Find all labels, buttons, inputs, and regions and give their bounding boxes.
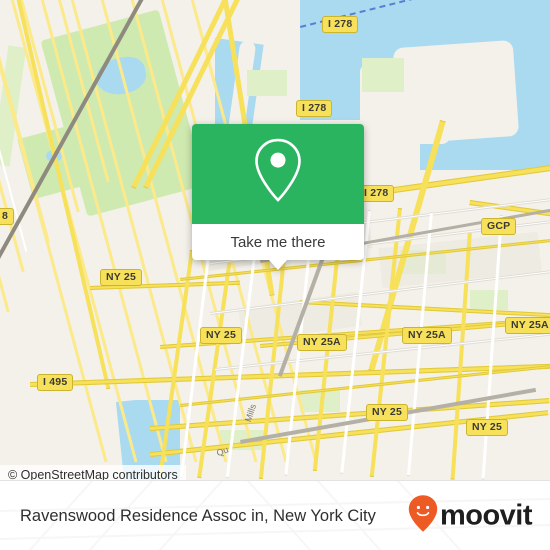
footer-bar: Ravenswood Residence Assoc in, New York … [0, 480, 550, 550]
map-pin-icon [251, 137, 305, 208]
location-callout-card[interactable]: Take me there [192, 124, 364, 270]
take-me-there-button[interactable]: Take me there [192, 224, 364, 260]
map-canvas[interactable]: I 278 I 278 I 278 GCP 8 NY 25 NY 25 NY 25A NY 25… [0, 0, 550, 480]
take-me-there-label: Take me there [230, 233, 326, 251]
moovit-pin-icon [408, 495, 438, 538]
callout-pointer-tail [269, 260, 287, 270]
moovit-wordmark: moovit [439, 499, 533, 532]
moovit-brand-logo[interactable]: moovit [408, 495, 533, 538]
place-name-title: Ravenswood Residence Assoc in, New York … [20, 506, 376, 525]
osm-attribution[interactable]: © OpenStreetMap contributors [0, 465, 186, 480]
screenshot-root: I 278 I 278 I 278 GCP 8 NY 25 NY 25 NY 25A NY 25… [0, 0, 550, 550]
road-label-mills: Mills [243, 402, 259, 424]
callout-image-area [192, 124, 364, 224]
road-label-qu: Qu [215, 444, 230, 459]
